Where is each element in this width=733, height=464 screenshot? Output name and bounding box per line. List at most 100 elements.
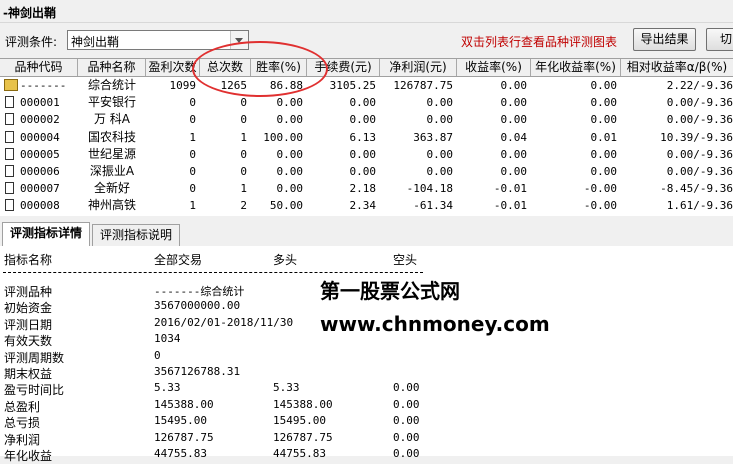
cell-fee: 0.00 [349, 165, 377, 178]
detail-label: 净利润 [4, 432, 41, 447]
summary-row[interactable]: ------- 综合统计 1099 1265 86.88 3105.25 126787.75… [0, 77, 733, 94]
cell-profit: 0.00 [426, 113, 454, 127]
tab-metric-description[interactable]: 评测指标说明 [92, 224, 180, 246]
cell-fee: 2.34 [349, 199, 377, 213]
cell-rel: -8.45/-9.36 [660, 182, 733, 196]
cell-name: 全新好 [93, 181, 130, 196]
condition-label: 评测条件: [5, 35, 58, 49]
detail-label: 初始资金 [4, 301, 53, 316]
cell-annual: 0.00 [590, 79, 618, 92]
detail-all: 3567126788.31 [154, 365, 241, 378]
cell-wins: 1 [189, 130, 196, 144]
cell-annual: -0.00 [583, 182, 617, 196]
cell-code: 000007 [20, 182, 60, 196]
cell-winrate: 50.00 [269, 199, 303, 213]
cell-rel: 0.00/-9.36 [666, 113, 733, 127]
header-name[interactable]: 品种名称 [78, 59, 146, 76]
cell-ret: 0.00 [500, 165, 528, 178]
detail-long: 145388.00 [273, 397, 333, 411]
table-row[interactable]: 000007 全新好 0 1 0.00 2.18 -104.18 -0.01 -0.00 -8.4… [0, 180, 733, 197]
tab-metric-details[interactable]: 评测指标详情 [2, 222, 90, 247]
cell-ret: 0.00 [500, 96, 528, 110]
header-return[interactable]: 收益率(%) [457, 59, 531, 76]
cell-name: 神州高铁 [87, 198, 136, 213]
results-grid[interactable]: 品种代码 品种名称 盈利次数 总次数 胜率(%) 手续费(元) 净利润(元) 收… [0, 58, 733, 216]
header-annual-return[interactable]: 年化收益率(%) [531, 59, 621, 76]
header-relative-return[interactable]: 相对收益率α/β(%) [621, 59, 733, 76]
condition-select-value: 神剑出鞘 [71, 35, 120, 49]
cell-wins: 0 [189, 182, 196, 196]
detail-short: 0.00 [393, 381, 420, 395]
cell-fee: 3105.25 [329, 79, 376, 92]
detail-long: 44755.83 [273, 447, 326, 460]
cell-rel: 0.00/-9.36 [666, 96, 733, 110]
cell-code: 000008 [20, 199, 60, 213]
cell-profit: 0.00 [426, 165, 454, 178]
table-row[interactable]: 000008 神州高铁 1 2 50.00 2.34 -61.34 -0.01 -0.00 1.6… [0, 197, 733, 214]
header-wins[interactable]: 盈利次数 [146, 59, 200, 76]
cell-annual: 0.00 [590, 96, 618, 110]
cell-code: ------- [20, 79, 67, 92]
header-winrate[interactable]: 胜率(%) [251, 59, 307, 76]
cell-annual: -0.00 [583, 199, 617, 213]
detail-all: -------综合统计 [154, 285, 245, 298]
cell-profit: 363.87 [413, 130, 453, 144]
cell-ret: 0.04 [500, 130, 528, 144]
cell-ret: -0.01 [493, 199, 527, 213]
detail-long: 15495.00 [273, 414, 326, 428]
detail-separator [3, 272, 423, 273]
cell-annual: 0.00 [590, 165, 618, 178]
header-profit[interactable]: 净利润(元) [380, 59, 457, 76]
window-title: -神剑出鞘 [3, 6, 56, 20]
table-row[interactable]: 000002 万 科A 0 0 0.00 0.00 0.00 0.00 0.00 0.00/-9.… [0, 111, 733, 128]
cell-ret: 0.00 [500, 147, 528, 161]
detail-label: 评测周期数 [4, 350, 65, 365]
cell-winrate: 100.00 [263, 130, 303, 144]
condition-select[interactable]: 神剑出鞘 [67, 30, 249, 50]
detail-label: 期末权益 [4, 367, 53, 381]
export-results-button[interactable]: 导出结果 [633, 28, 696, 51]
cell-wins: 0 [189, 147, 196, 161]
cell-code: 000005 [20, 147, 60, 161]
detail-all: 145388.00 [154, 397, 214, 411]
detail-all: 0 [154, 348, 161, 362]
document-icon [5, 165, 14, 177]
watermark-url: www.chnmoney.com [320, 312, 550, 336]
cell-fee: 0.00 [349, 113, 377, 127]
cell-total: 0 [240, 147, 247, 161]
detail-long: 126787.75 [273, 430, 333, 444]
cell-ret: 0.00 [500, 113, 528, 127]
cell-name: 综合统计 [87, 78, 136, 92]
cell-total: 1 [240, 182, 247, 196]
header-fee[interactable]: 手续费(元) [307, 59, 380, 76]
table-row[interactable]: 000004 国农科技 1 1 100.00 6.13 363.87 0.04 0.01 10.3… [0, 129, 733, 146]
header-total[interactable]: 总次数 [200, 59, 251, 76]
cell-name: 世纪星源 [87, 146, 136, 161]
cell-total: 1265 [220, 79, 248, 92]
table-row[interactable]: 000005 世纪星源 0 0 0.00 0.00 0.00 0.00 0.00 0.00/-9.… [0, 146, 733, 163]
detail-all: 126787.75 [154, 430, 214, 444]
detail-all: 15495.00 [154, 414, 207, 428]
cell-rel: 2.22/-9.36 [666, 79, 733, 92]
cell-total: 2 [240, 199, 247, 213]
cell-annual: 0.00 [590, 113, 618, 127]
cell-fee: 6.13 [349, 130, 377, 144]
detail-all: 5.33 [154, 381, 181, 395]
cell-profit: 126787.75 [393, 79, 453, 92]
header-code[interactable]: 品种代码 [0, 59, 78, 76]
cell-wins: 0 [189, 113, 196, 127]
chevron-down-icon[interactable] [230, 31, 248, 49]
cell-profit: 0.00 [426, 147, 454, 161]
switch-button[interactable]: 切 [706, 28, 733, 51]
summary-icon [4, 79, 18, 91]
detail-long: 5.33 [273, 381, 300, 395]
cell-fee: 2.18 [349, 182, 377, 196]
detail-all: 3567000000.00 [154, 299, 241, 313]
table-row[interactable]: 000001 平安银行 0 0 0.00 0.00 0.00 0.00 0.00 0.00/-9.… [0, 94, 733, 111]
detail-label: 评测日期 [4, 317, 53, 332]
detail-header-long: 多头 [273, 253, 298, 267]
table-row[interactable]: 000006 深振业A 0 0 0.00 0.00 0.00 0.00 0.00 0.00/-9.… [0, 163, 733, 180]
detail-short: 0.00 [393, 430, 420, 444]
cell-wins: 1 [189, 199, 196, 213]
cell-total: 0 [240, 113, 247, 127]
